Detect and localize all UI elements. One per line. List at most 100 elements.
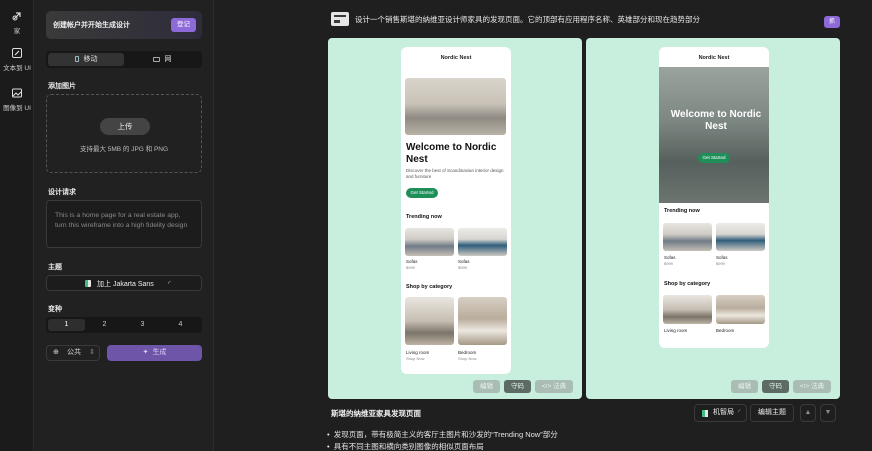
generate-button[interactable]: ✦ 生成 [107,345,202,361]
design-request-label: 设计请求 [48,189,76,196]
thumbs-down-icon[interactable]: ▼ [820,404,836,422]
generate-label: 生成 [152,349,167,356]
mock1-cta: Get Started [406,188,438,198]
mock2-item-2-price: $999 [716,261,725,266]
bullet-2-text: 具有不同主图和横向类别图像的相似页面布局 [333,442,484,451]
mock2-cat-2-name: Bedroom [716,328,735,333]
mock2-hero-image [659,67,769,203]
mock1-cat-1-name: Living room [406,350,430,355]
mock2-headline: Welcome to Nordic Nest [670,109,762,132]
mock1-hero-image [405,78,506,135]
code-icon: </> [541,383,554,390]
card2-code-button[interactable]: 守码 [762,380,789,393]
mock1-brand: Nordic Nest [440,55,472,61]
register-button[interactable]: 登记 [171,18,196,32]
mock-phone-2: Nordic Nest Welcome to Nordic Nest Get S… [659,47,769,348]
mock1-headline: Welcome to Nordic Nest [406,142,497,165]
rail-image-to-ui-label: 图像到 UI [3,105,31,112]
banner-text: 创建帐户并开始生成设计 [53,22,130,29]
image-icon [12,88,22,98]
theme-chip[interactable]: 机智局 ◜ [694,404,747,422]
theme-chip-arc-icon: ◜ [738,409,741,416]
mock2-item-1-price: $999 [664,261,673,266]
variants-label: 变种 [48,306,62,313]
upload-dropzone[interactable]: 上传 支持最大 5MB 的 JPG 和 PNG [46,94,202,173]
theme-arc-icon: ◜ [168,279,172,288]
bullet-1-text: 发现页面，带有极简主义的客厅主图片和沙发的“Trending Now”部分 [333,430,558,439]
mock2-item-1-image [663,223,712,251]
edit-icon [12,48,22,58]
nav-rail: 家 文本到 UI 图像到 UI [0,0,34,451]
code-icon: </> [799,383,812,390]
theme-chip-swatch [702,410,708,417]
result-card-2[interactable]: Nordic Nest Welcome to Nordic Nest Get S… [586,38,840,399]
mock1-cat-1-image [405,297,454,345]
variant-2[interactable]: 2 [86,319,123,331]
globe-icon: ⊕ [53,349,59,356]
mock-phone-1: Nordic Nest Welcome to Nordic Nest Disco… [401,47,511,374]
theme-swatch [85,280,91,287]
mock1-sub: Discover the best of Scandinavian interi… [406,168,504,179]
rail-text-to-ui[interactable]: 文本到 UI [0,47,34,72]
variant-1[interactable]: 1 [48,319,85,331]
rail-home[interactable]: 家 [0,10,34,35]
tab-web[interactable]: 网 [124,53,200,66]
visibility-select[interactable]: ⊕ 公共 ⇕ [46,345,100,361]
card2-edit-button[interactable]: 编辑 [731,380,758,393]
monitor-icon [152,57,160,62]
tab-mobile-label: 移动 [83,56,98,63]
upload-button[interactable]: 上传 [100,118,150,135]
card1-edit-button[interactable]: 编辑 [473,380,500,393]
main-area: 设计一个销售斯堪的纳维亚设计师家具的发现页面。它的顶部有应用程序名称、英雄部分和… [215,0,872,451]
mock2-item-2-image [716,223,765,251]
edit-theme-button[interactable]: 编辑主题 [750,404,794,422]
result-card-1[interactable]: Nordic Nest Welcome to Nordic Nest Disco… [328,38,582,399]
upload-hint: 支持最大 5MB 的 JPG 和 PNG [79,146,169,153]
card1-code-button[interactable]: 守码 [504,380,531,393]
card2-method-label: 法典 [811,383,825,390]
mock2-cat-2-image [716,295,765,324]
mock2-trending: Trending now [664,208,700,214]
sparkle-icon: ✦ [142,349,149,356]
mock1-item-2-name: Sofas [458,259,470,264]
mock1-item-1-price: $999 [406,265,415,270]
rail-image-to-ui[interactable]: 图像到 UI [0,87,34,112]
mock1-trending: Trending now [406,214,442,220]
app-window: 家 文本到 UI 图像到 UI 创建帐户并开始生成设计 登记 移动 网 添加图片… [0,0,872,451]
mock1-item-1-image [405,228,454,256]
mock2-cta: Get Started [698,153,730,163]
prompt-thumbnail-icon [331,12,349,26]
signup-banner: 创建帐户并开始生成设计 登记 [46,11,202,39]
mock2-brand: Nordic Nest [698,55,730,61]
mock1-cat-1-sub: Shop Now [406,356,425,361]
mock1-item-2-image [458,228,507,256]
theme-value: 加上 Jakarta Sans [97,281,154,288]
result-title: 斯堪的纳维亚家具发现页面 [331,409,421,418]
mock2-item-1-name: Sofas [664,255,676,260]
bullet-1: • 发现页面，带有极简主义的客厅主图片和沙发的“Trending Now”部分 [327,430,558,439]
card2-method-button[interactable]: </> 法典 [793,380,831,393]
add-image-label: 添加图片 [48,83,76,90]
mock1-cat-2-sub: Shop Now [458,356,477,361]
mock2-cat-1-name: Living room [664,328,688,333]
prompt-badge[interactable]: 抓 [824,16,840,28]
variants-selector: 1 2 3 4 [46,317,202,333]
card1-method-button[interactable]: </> 法典 [535,380,573,393]
settings-panel: 创建帐户并开始生成设计 登记 移动 网 添加图片 上传 支持最大 5MB 的 J… [35,0,214,451]
mock1-cat-2-name: Bedroom [458,350,477,355]
phone-icon [74,56,79,62]
variant-4[interactable]: 4 [162,319,199,331]
mock2-item-2-name: Sofas [716,255,728,260]
design-request-input[interactable]: This is a home page for a real estate ap… [46,200,202,248]
mock1-item-1-name: Sofas [406,259,418,264]
theme-select[interactable]: 加上 Jakarta Sans ◜ [46,275,202,291]
theme-chip-label: 机智局 [713,409,734,416]
chevron-updown-icon: ⇕ [89,349,95,356]
tab-mobile[interactable]: 移动 [48,53,124,66]
card1-method-label: 法典 [553,383,567,390]
variant-3[interactable]: 3 [124,319,161,331]
theme-label: 主题 [48,264,62,271]
prompt-text: 设计一个销售斯堪的纳维亚设计师家具的发现页面。它的顶部有应用程序名称、英雄部分和… [355,15,700,24]
rail-text-to-ui-label: 文本到 UI [3,65,31,72]
thumbs-up-icon[interactable]: ▲ [800,404,816,422]
